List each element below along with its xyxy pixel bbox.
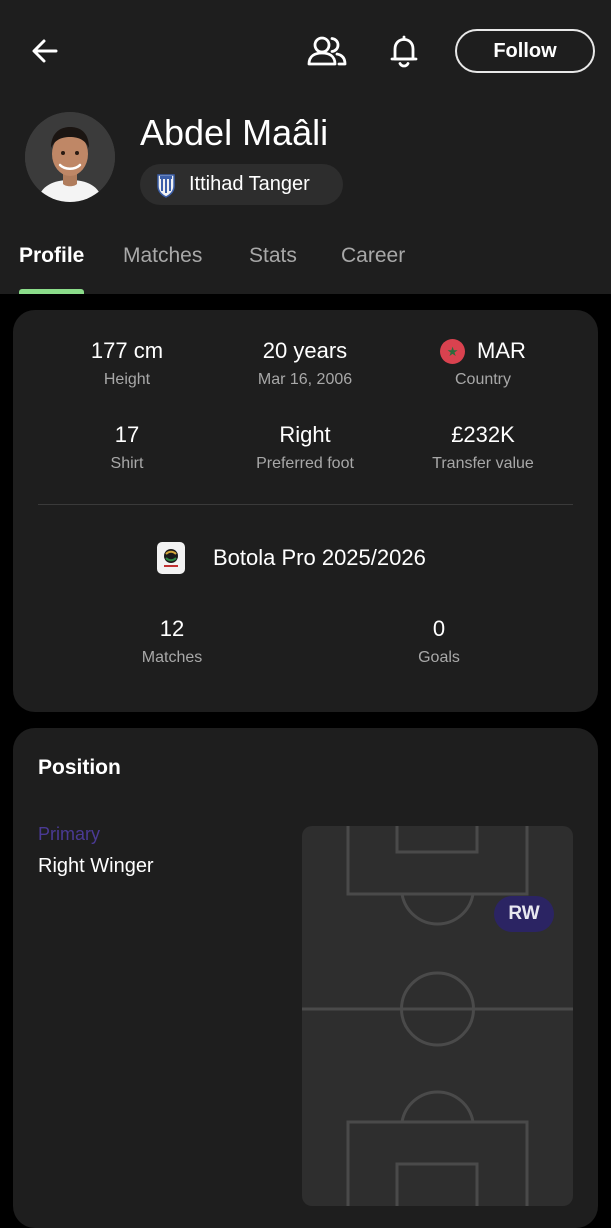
pitch-lines [302, 826, 573, 1206]
goals-stat: 0 Goals [349, 616, 529, 667]
player-header: Follow Abdel Maâli Ittihad Tanger Profil… [0, 0, 611, 294]
country-label: Country [454, 371, 512, 388]
tab-career[interactable]: Career [341, 244, 405, 268]
league-row[interactable]: Botola Pro 2025/2026 [157, 542, 426, 574]
bell-icon [390, 35, 418, 68]
league-name: Botola Pro 2025/2026 [213, 545, 426, 570]
age-stat: 20 years Mar 16, 2006 [215, 338, 395, 389]
position-badge-rw: RW [494, 896, 554, 932]
player-photo [25, 112, 115, 202]
matches-stat: 12 Matches [82, 616, 262, 667]
team-name: Ittihad Tanger [189, 173, 310, 195]
arrow-left-icon [32, 39, 58, 63]
transfer-value: £232K [451, 422, 515, 447]
foot-label: Preferred foot [256, 455, 354, 472]
team-chip[interactable]: Ittihad Tanger [140, 164, 343, 205]
shirt-label: Shirt [110, 455, 144, 472]
matches-value: 12 [159, 616, 185, 641]
foot-value: Right [279, 422, 331, 447]
country-stat: ★ MAR Country [393, 338, 573, 389]
team-crest-icon [157, 173, 175, 198]
pitch-diagram: RW [302, 826, 573, 1206]
tab-bar: Profile Matches Stats Career [0, 236, 611, 294]
goals-label: Goals [418, 649, 460, 666]
player-name: Abdel Maâli [140, 112, 329, 153]
primary-position: Right Winger [38, 855, 154, 877]
back-button[interactable] [26, 32, 64, 70]
transfer-label: Transfer value [432, 455, 534, 472]
people-icon [307, 36, 347, 66]
goals-value: 0 [432, 616, 446, 641]
shirt-value: 17 [114, 422, 140, 447]
height-label: Height [103, 371, 151, 388]
country-code: MAR [477, 338, 526, 363]
height-value: 177 cm [90, 338, 164, 363]
player-avatar [25, 112, 115, 202]
position-title: Position [38, 756, 121, 779]
primary-label: Primary [38, 824, 100, 844]
divider [38, 504, 573, 505]
follow-button[interactable]: Follow [455, 29, 595, 73]
country-value: ★ MAR [393, 338, 573, 364]
birth-date: Mar 16, 2006 [257, 371, 353, 388]
league-logo-icon [157, 542, 185, 574]
foot-stat: Right Preferred foot [215, 422, 395, 473]
matches-label: Matches [141, 649, 203, 666]
player-info-card: 177 cm Height 20 years Mar 16, 2006 ★ MA… [13, 310, 598, 712]
tab-stats[interactable]: Stats [249, 244, 297, 268]
tab-matches[interactable]: Matches [123, 244, 202, 268]
height-stat: 177 cm Height [37, 338, 217, 389]
morocco-flag-icon: ★ [440, 338, 466, 364]
people-button[interactable] [304, 30, 350, 72]
tab-profile[interactable]: Profile [19, 244, 84, 268]
position-card: Position Primary Right Winger RW [13, 728, 598, 1228]
notifications-button[interactable] [384, 30, 424, 72]
transfer-stat[interactable]: £232K Transfer value [393, 422, 573, 473]
active-tab-indicator [19, 289, 84, 294]
shirt-stat: 17 Shirt [37, 422, 217, 473]
age-value: 20 years [262, 338, 348, 363]
